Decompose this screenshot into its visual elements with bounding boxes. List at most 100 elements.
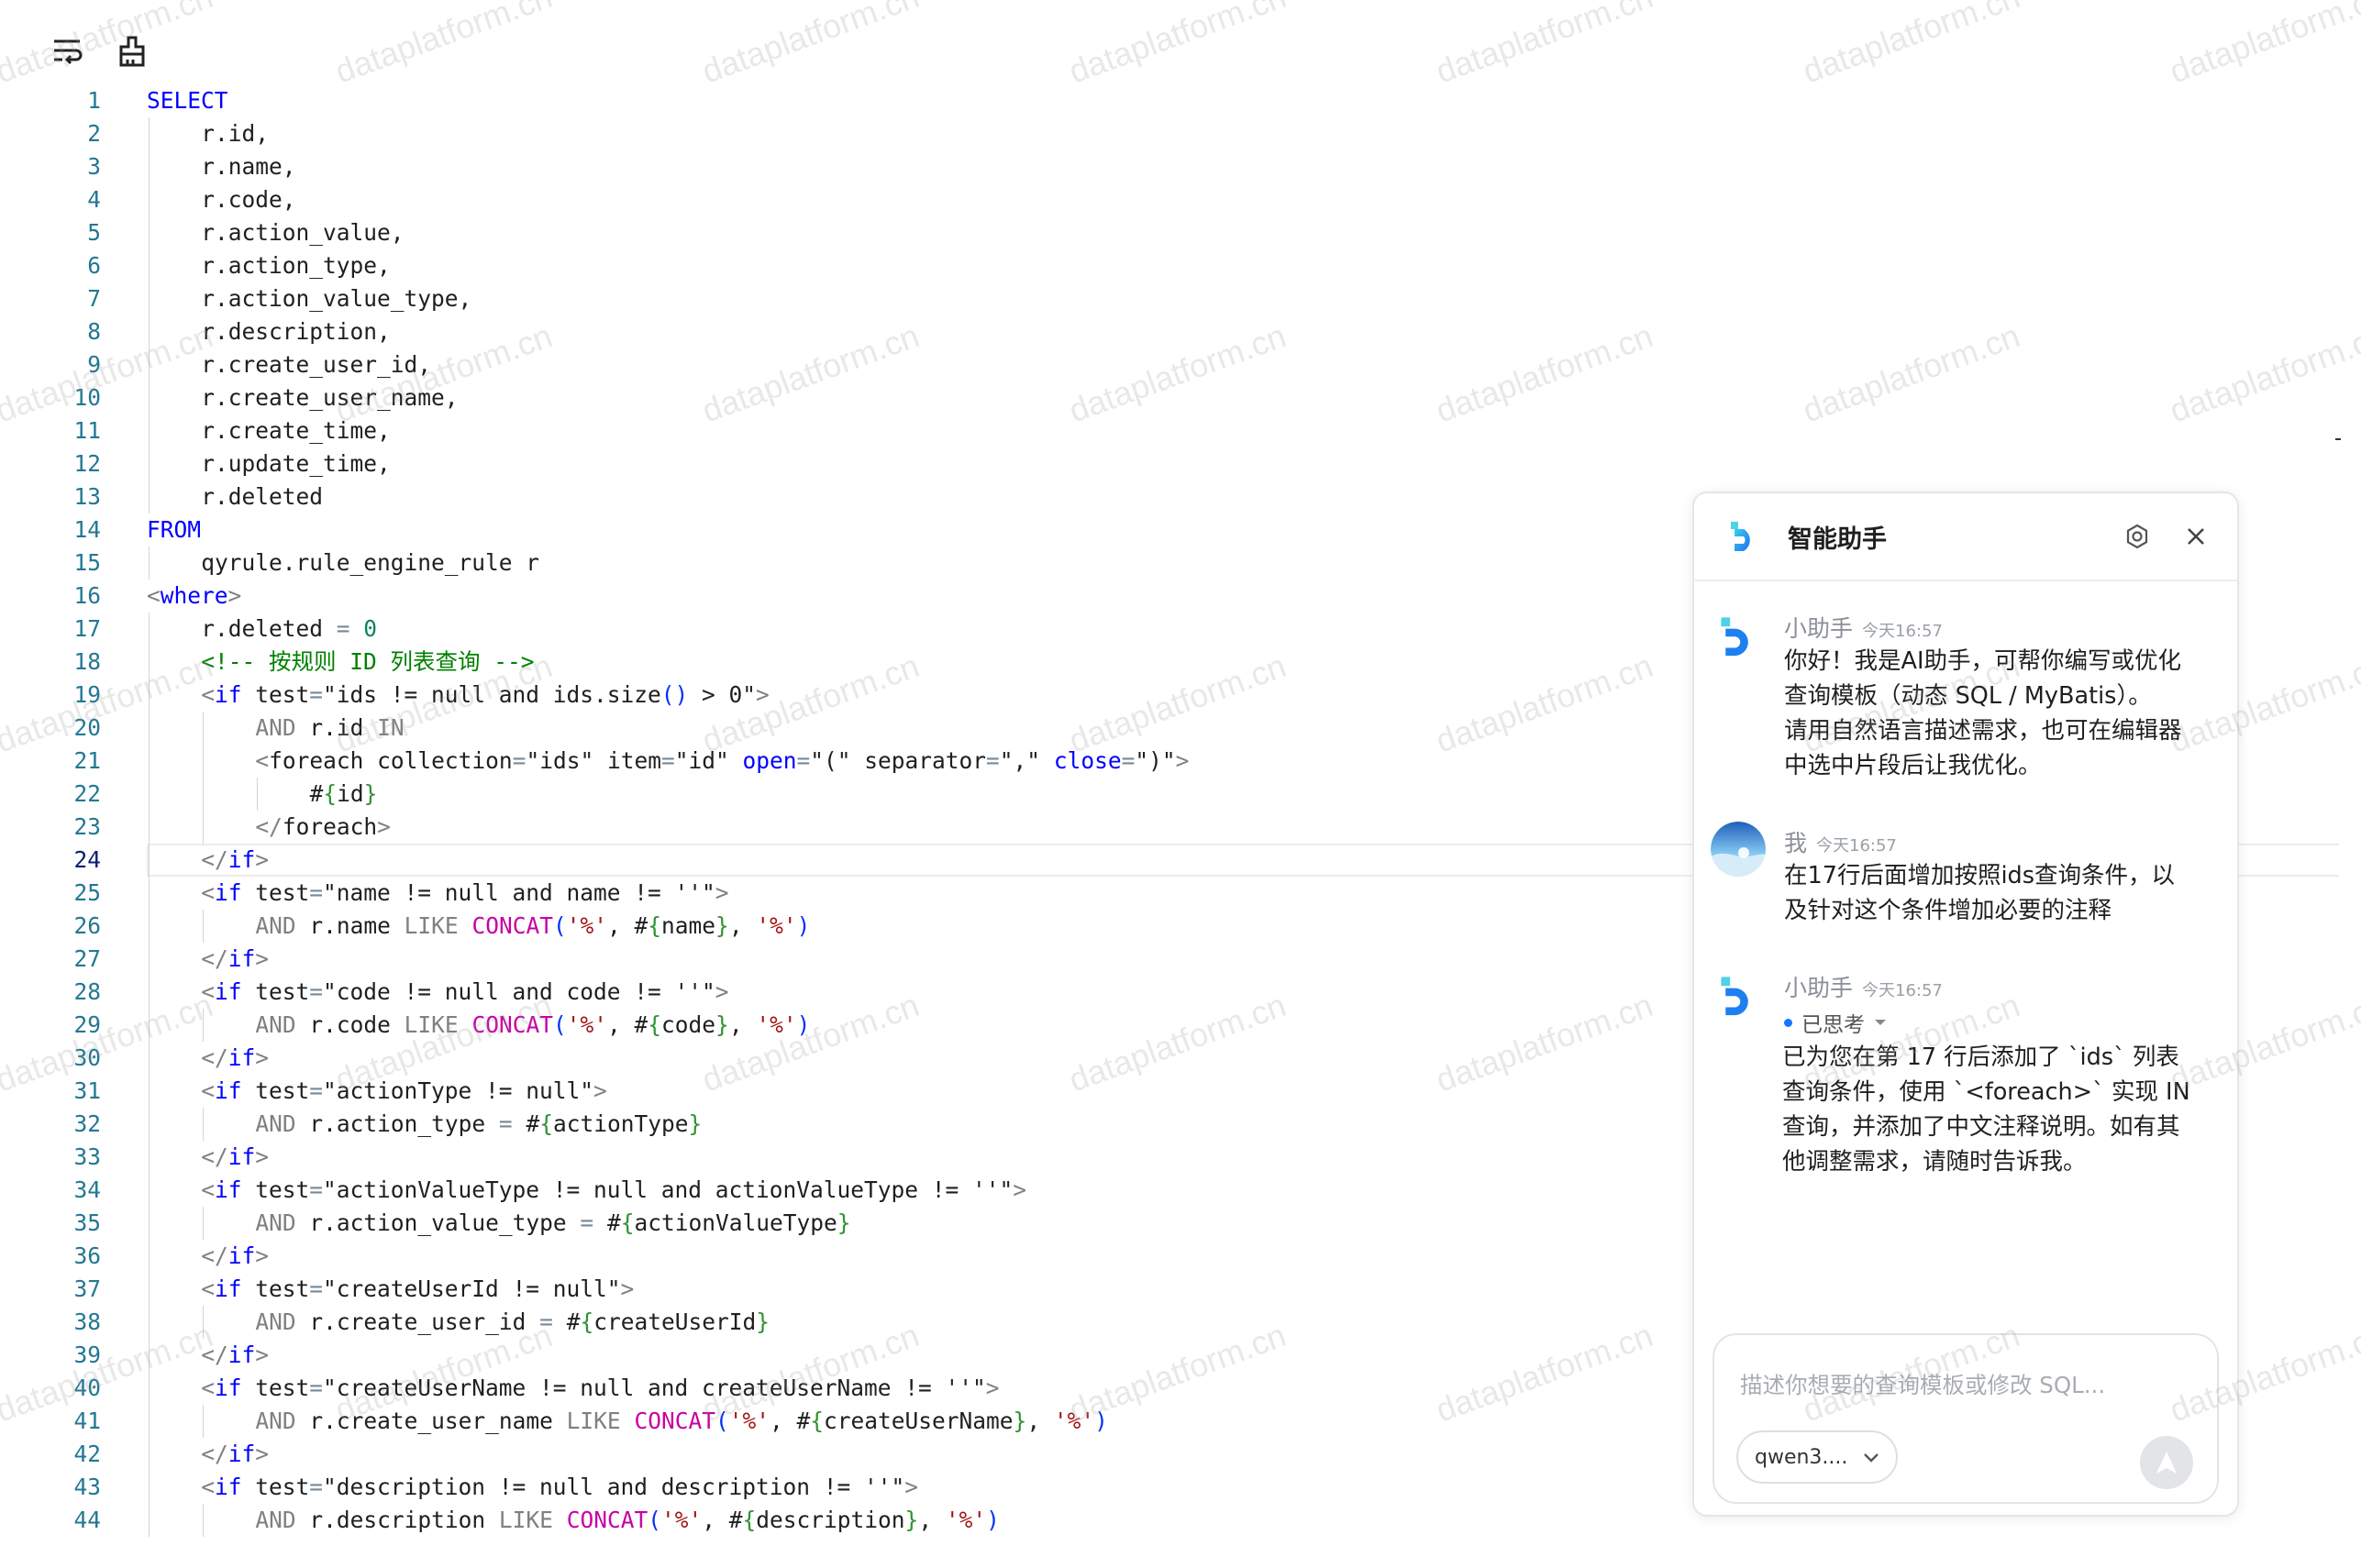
code-token: }	[688, 1110, 703, 1137]
thought-toggle[interactable]: 已思考	[1784, 1007, 1887, 1038]
watermark-text: dataplatform.cn	[1798, 0, 2025, 91]
code-token: if	[214, 978, 242, 1005]
code-line[interactable]: 12 r.update_time,	[0, 447, 2361, 480]
code-text: r.action_type,	[201, 249, 391, 282]
code-token: test	[241, 1375, 310, 1401]
code-token: ","	[999, 747, 1054, 774]
code-token: >	[985, 1375, 1000, 1401]
code-text: <if test="code != null and code != ''">	[201, 976, 728, 1009]
code-token: test	[241, 681, 310, 708]
message-sender: 小助手	[1784, 975, 1854, 1001]
line-number: 23	[73, 813, 101, 840]
close-button[interactable]	[2178, 519, 2213, 554]
code-token: }	[363, 780, 378, 807]
assistant-logo-icon	[1721, 617, 1748, 657]
code-text: AND r.description LIKE CONCAT('%', #{des…	[255, 1504, 999, 1537]
code-line[interactable]: 5 r.action_value,	[0, 216, 2361, 249]
code-token: <	[201, 1474, 215, 1500]
code-token: >	[715, 978, 729, 1005]
message-time: 今天16:57	[1862, 622, 1943, 641]
code-token: <	[147, 582, 161, 609]
watermark-text: dataplatform.cn	[697, 0, 925, 91]
indent-guide	[257, 778, 259, 811]
format-brush-button[interactable]	[112, 31, 152, 72]
code-token: close	[1053, 747, 1122, 774]
code-token: </	[201, 945, 228, 972]
code-text: r.action_value_type,	[201, 282, 471, 315]
code-token: r.action_value,	[201, 219, 405, 246]
line-number: 42	[73, 1441, 101, 1467]
code-token: >	[255, 1044, 269, 1071]
code-token: '%'	[566, 912, 607, 939]
line-number: 31	[73, 1077, 101, 1104]
code-token: LIKE	[498, 1507, 553, 1533]
code-line[interactable]: 9 r.create_user_id,	[0, 348, 2361, 381]
code-text: AND r.create_user_name LIKE CONCAT('%', …	[255, 1405, 1107, 1438]
code-token: </	[255, 813, 283, 840]
code-text: <if test="createUserName != null and cre…	[201, 1372, 999, 1405]
code-token: '%'	[945, 1507, 987, 1533]
code-token: name	[661, 912, 716, 939]
code-text: <foreach collection="ids" item="id" open…	[255, 745, 1189, 778]
line-number: 30	[73, 1044, 101, 1071]
code-text: AND r.action_type = #{actionType}	[255, 1108, 702, 1141]
chat-input-box[interactable]: 描述你想要的查询模板或修改 SQL... qwen3....	[1713, 1333, 2219, 1504]
model-select-value: qwen3....	[1755, 1445, 1848, 1469]
scrollbar-marker[interactable]	[2335, 438, 2341, 440]
code-line[interactable]: 1 SELECT	[0, 84, 2361, 117]
code-token: (	[715, 1408, 729, 1434]
indent-guide	[203, 712, 205, 844]
code-token: qyrule.rule_engine_rule r	[201, 549, 539, 576]
code-token: (	[552, 1011, 567, 1038]
code-line[interactable]: 4 r.code,	[0, 183, 2361, 216]
code-text: r.deleted = 0	[201, 613, 377, 646]
assistant-logo-icon	[1731, 522, 1750, 551]
code-token: =	[580, 1209, 594, 1236]
code-line[interactable]: 2 r.id,	[0, 117, 2361, 150]
code-line[interactable]: 7 r.action_value_type,	[0, 282, 2361, 315]
model-select[interactable]: qwen3....	[1736, 1430, 1898, 1484]
line-number: 6	[87, 252, 101, 279]
settings-button[interactable]	[2120, 519, 2155, 554]
code-token: CONCAT	[471, 1011, 553, 1038]
code-token: if	[227, 945, 256, 972]
line-number: 8	[87, 318, 101, 345]
code-token: <	[201, 1077, 215, 1104]
code-token: </	[201, 1242, 228, 1269]
send-button[interactable]	[2140, 1436, 2193, 1489]
code-token: test	[241, 1275, 310, 1302]
code-token: AND	[255, 714, 296, 741]
line-number: 9	[87, 351, 101, 378]
chat-input-placeholder[interactable]: 描述你想要的查询模板或修改 SQL...	[1740, 1368, 2105, 1400]
code-token: }	[904, 1507, 919, 1533]
message-sender: 我	[1784, 830, 1808, 856]
code-text: r.create_time,	[201, 414, 391, 447]
code-line[interactable]: 8 r.description,	[0, 315, 2361, 348]
line-number: 26	[73, 912, 101, 939]
code-token: createUserName	[824, 1408, 1014, 1434]
code-token: "actionValueType != null and actionValue…	[323, 1176, 1014, 1203]
code-token: ()	[660, 681, 689, 708]
ai-assistant-panel: 智能助手 小助手 今天16:57 你好！我是AI助手，可帮你编写或优化 查询模板（…	[1692, 491, 2239, 1517]
code-text: <if test="description != null and descri…	[201, 1471, 918, 1504]
code-text: r.update_time,	[201, 447, 391, 480]
code-line[interactable]: 10 r.create_user_name,	[0, 381, 2361, 414]
code-token: >	[904, 1474, 919, 1500]
code-token: "ids != null and ids.size	[323, 681, 661, 708]
code-text: r.code,	[201, 183, 295, 216]
code-line[interactable]: 6 r.action_type,	[0, 249, 2361, 282]
indent-guide	[203, 1108, 205, 1141]
code-line[interactable]: 3 r.name,	[0, 150, 2361, 183]
code-token: r.name	[295, 912, 405, 939]
message-text: 你好！我是AI助手，可帮你编写或优化 查询模板（动态 SQL / MyBatis…	[1784, 647, 2182, 779]
code-token: =	[309, 1375, 323, 1401]
code-line[interactable]: 11 r.create_time,	[0, 414, 2361, 447]
code-token: <	[201, 681, 215, 708]
text-wrap-button[interactable]	[48, 31, 88, 72]
line-number: 11	[73, 417, 101, 444]
code-token: ,	[1026, 1408, 1054, 1434]
code-token: >	[377, 813, 391, 840]
line-number: 25	[73, 879, 101, 906]
code-token: "id"	[674, 747, 743, 774]
code-token: =	[498, 1110, 513, 1137]
